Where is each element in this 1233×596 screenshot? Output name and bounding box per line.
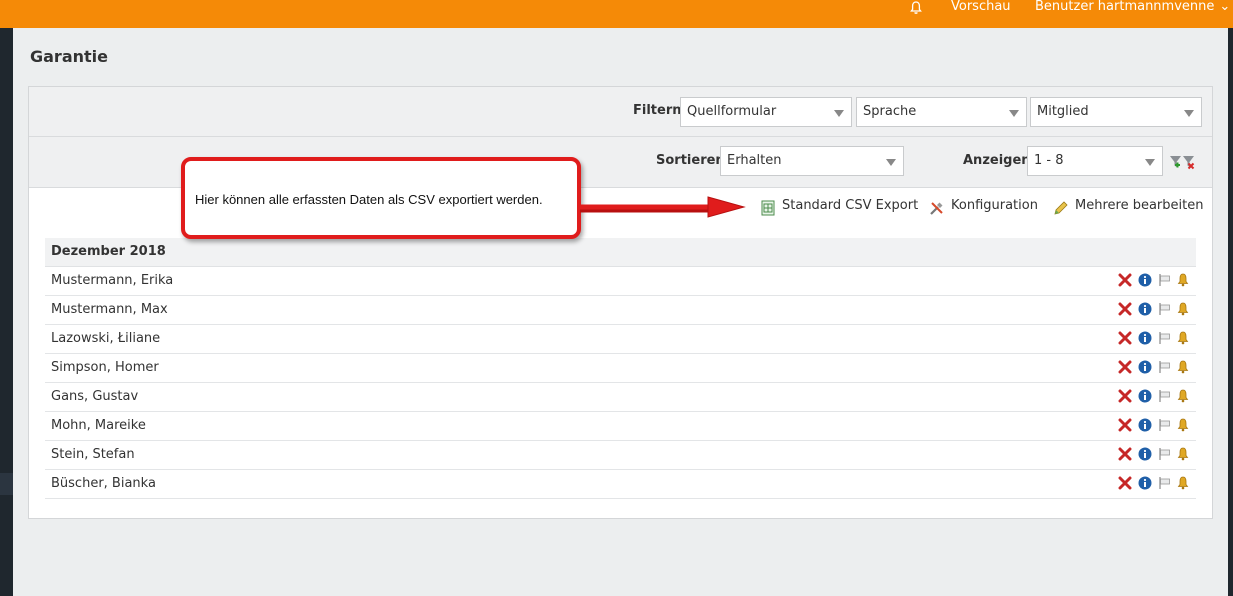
flag-icon[interactable] — [1158, 389, 1174, 405]
table-row[interactable]: Büscher, Bianka — [45, 470, 1196, 499]
row-actions — [1118, 389, 1192, 405]
delete-icon[interactable] — [1118, 476, 1134, 492]
flag-icon[interactable] — [1158, 476, 1174, 492]
table-row[interactable]: Simpson, Homer — [45, 354, 1196, 383]
group-header-label: Dezember 2018 — [51, 244, 166, 259]
bell-icon[interactable] — [1176, 418, 1192, 434]
flag-icon[interactable] — [1158, 331, 1174, 347]
flag-icon[interactable] — [1158, 447, 1174, 463]
info-icon[interactable] — [1138, 447, 1154, 463]
delete-icon[interactable] — [1118, 273, 1134, 289]
sort-select[interactable]: Erhalten — [720, 146, 904, 176]
user-menu[interactable]: Benutzer hartmannmvenne ⌄ — [1035, 0, 1230, 14]
entry-name[interactable]: Gans, Gustav — [51, 389, 138, 404]
info-icon[interactable] — [1138, 476, 1154, 492]
bell-icon[interactable] — [1176, 302, 1192, 318]
configuration-label: Konfiguration — [951, 198, 1038, 213]
row-actions — [1118, 302, 1192, 318]
annotation-arrow — [580, 196, 746, 218]
table-row[interactable]: Mustermann, Max — [45, 296, 1196, 325]
top-bar: Vorschau Benutzer hartmannmvenne ⌄ — [0, 0, 1233, 28]
caret-down-icon — [1009, 110, 1019, 117]
filter-row: Filtern: Quellformular Sprache Mitglied — [29, 87, 1212, 137]
group-header: Dezember 2018 — [45, 238, 1196, 267]
entry-name[interactable]: Mustermann, Max — [51, 302, 168, 317]
flag-icon[interactable] — [1158, 418, 1174, 434]
delete-icon[interactable] — [1118, 360, 1134, 376]
show-label: Anzeigen: — [963, 153, 1036, 168]
bell-icon[interactable] — [1176, 331, 1192, 347]
right-edge-bar — [1228, 28, 1233, 596]
flag-icon[interactable] — [1158, 273, 1174, 289]
entry-name[interactable]: Simpson, Homer — [51, 360, 159, 375]
csv-export-label: Standard CSV Export — [782, 198, 919, 213]
row-actions — [1118, 447, 1192, 463]
info-icon[interactable] — [1138, 360, 1154, 376]
pencil-icon — [1053, 200, 1069, 216]
entry-name[interactable]: Mustermann, Erika — [51, 273, 173, 288]
caret-down-icon — [834, 110, 844, 117]
row-actions — [1118, 360, 1192, 376]
language-select-value: Sprache — [863, 104, 917, 119]
table-row[interactable]: Mustermann, Erika — [45, 267, 1196, 296]
table-row[interactable]: Gans, Gustav — [45, 383, 1196, 412]
chevron-down-icon: ⌄ — [1219, 0, 1231, 14]
flag-icon[interactable] — [1158, 302, 1174, 318]
bell-icon[interactable] — [908, 0, 924, 16]
source-form-select-value: Quellformular — [687, 104, 777, 119]
filter-label: Filtern: — [633, 103, 687, 118]
delete-icon[interactable] — [1118, 389, 1134, 405]
member-select-value: Mitglied — [1037, 104, 1089, 119]
info-icon[interactable] — [1138, 273, 1154, 289]
bell-icon[interactable] — [1176, 360, 1192, 376]
sort-select-value: Erhalten — [727, 153, 782, 168]
bell-icon[interactable] — [1176, 447, 1192, 463]
show-range-select-value: 1 - 8 — [1034, 153, 1064, 168]
annotation-text: Hier können alle erfassten Daten als CSV… — [195, 192, 543, 207]
sort-label: Sortieren: — [656, 153, 730, 168]
annotation-callout: Hier können alle erfassten Daten als CSV… — [181, 157, 581, 239]
spreadsheet-icon — [760, 200, 776, 216]
table-row[interactable]: Mohn, Mareike — [45, 412, 1196, 441]
list-panel: Filtern: Quellformular Sprache Mitglied … — [28, 86, 1213, 519]
entry-name[interactable]: Büscher, Bianka — [51, 476, 156, 491]
bell-icon[interactable] — [1176, 476, 1192, 492]
row-actions — [1118, 273, 1192, 289]
row-actions — [1118, 476, 1192, 492]
table-row[interactable]: Lazowski, Łiliane — [45, 325, 1196, 354]
row-actions — [1118, 331, 1192, 347]
main-content: Garantie Filtern: Quellformular Sprache … — [13, 28, 1228, 596]
entry-name[interactable]: Stein, Stefan — [51, 447, 135, 462]
preview-link[interactable]: Vorschau — [951, 0, 1011, 14]
multi-edit-label: Mehrere bearbeiten — [1075, 198, 1204, 213]
user-menu-label: Benutzer hartmannmvenne — [1035, 0, 1215, 14]
delete-icon[interactable] — [1118, 447, 1134, 463]
info-icon[interactable] — [1138, 302, 1154, 318]
caret-down-icon — [886, 159, 896, 166]
tools-icon — [929, 200, 945, 216]
caret-down-icon — [1184, 110, 1194, 117]
show-range-select[interactable]: 1 - 8 — [1027, 146, 1163, 176]
source-form-select[interactable]: Quellformular — [680, 97, 852, 127]
info-icon[interactable] — [1138, 418, 1154, 434]
filter-toggle-icons[interactable] — [1169, 153, 1197, 171]
delete-icon[interactable] — [1118, 331, 1134, 347]
member-select[interactable]: Mitglied — [1030, 97, 1202, 127]
entry-name[interactable]: Mohn, Mareike — [51, 418, 146, 433]
info-icon[interactable] — [1138, 331, 1154, 347]
bell-icon[interactable] — [1176, 389, 1192, 405]
page-title: Garantie — [30, 47, 108, 66]
delete-icon[interactable] — [1118, 418, 1134, 434]
bell-icon[interactable] — [1176, 273, 1192, 289]
row-actions — [1118, 418, 1192, 434]
delete-icon[interactable] — [1118, 302, 1134, 318]
entry-name[interactable]: Lazowski, Łiliane — [51, 331, 160, 346]
sidebar-active-item[interactable] — [0, 473, 13, 495]
table-row[interactable]: Stein, Stefan — [45, 441, 1196, 470]
sidebar — [0, 28, 13, 596]
language-select[interactable]: Sprache — [856, 97, 1027, 127]
flag-icon[interactable] — [1158, 360, 1174, 376]
info-icon[interactable] — [1138, 389, 1154, 405]
caret-down-icon — [1145, 159, 1155, 166]
